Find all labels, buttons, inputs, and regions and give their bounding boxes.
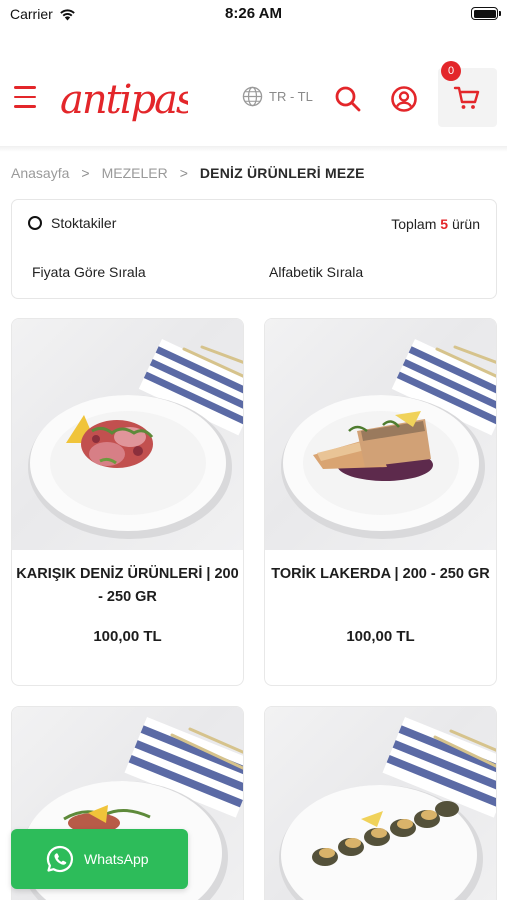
in-stock-label: Stoktakiler bbox=[51, 215, 117, 231]
search-icon[interactable] bbox=[334, 85, 362, 113]
globe-icon bbox=[242, 86, 263, 107]
total-suffix: ürün bbox=[451, 216, 480, 232]
product-total: Toplam 5 ürün bbox=[391, 216, 480, 232]
header-divider bbox=[0, 146, 507, 152]
cart-count-badge: 0 bbox=[441, 61, 461, 81]
dish-illustration bbox=[28, 339, 243, 539]
breadcrumb-separator: > bbox=[179, 165, 188, 181]
logo-text: antipasto bbox=[60, 77, 188, 123]
product-image[interactable] bbox=[265, 319, 496, 550]
user-account-icon[interactable] bbox=[390, 85, 418, 113]
hamburger-menu-icon[interactable] bbox=[14, 86, 36, 110]
in-stock-filter[interactable]: Stoktakiler bbox=[28, 215, 116, 231]
antipasto-logo[interactable]: antipasto bbox=[58, 63, 188, 143]
product-name[interactable]: TORİK LAKERDA | 200 - 250 GR bbox=[265, 550, 496, 628]
shopping-cart-icon bbox=[453, 86, 480, 109]
whatsapp-button[interactable]: WhatsApp bbox=[11, 829, 188, 889]
breadcrumb: Anasayfa > MEZELER > DENİZ ÜRÜNLERİ MEZE bbox=[11, 165, 365, 181]
product-price: 100,00 TL bbox=[346, 628, 415, 645]
site-header: antipasto TR - TL bbox=[0, 55, 507, 143]
breadcrumb-category[interactable]: MEZELER bbox=[102, 165, 168, 181]
battery-icon bbox=[471, 7, 501, 20]
breadcrumb-separator: > bbox=[81, 165, 90, 181]
radio-icon bbox=[28, 216, 42, 230]
product-price: 100,00 TL bbox=[93, 628, 162, 645]
sort-by-price[interactable]: Fiyata Göre Sırala bbox=[32, 264, 146, 280]
product-card[interactable]: TORİK LAKERDA | 200 - 250 GR 100,00 TL bbox=[264, 318, 497, 686]
dish-illustration bbox=[279, 717, 496, 900]
dish-illustration bbox=[281, 339, 496, 539]
whatsapp-label: WhatsApp bbox=[84, 851, 149, 867]
product-card[interactable] bbox=[264, 706, 497, 900]
clock: 8:26 AM bbox=[225, 5, 282, 22]
product-card[interactable]: KARIŞIK DENİZ ÜRÜNLERİ | 200 - 250 GR 10… bbox=[11, 318, 244, 686]
product-name[interactable]: KARIŞIK DENİZ ÜRÜNLERİ | 200 - 250 GR bbox=[12, 550, 243, 628]
product-image[interactable] bbox=[12, 319, 243, 550]
language-label: TR - TL bbox=[269, 89, 313, 104]
whatsapp-icon bbox=[46, 845, 74, 873]
status-bar: Carrier 8:26 AM bbox=[0, 0, 507, 28]
language-selector[interactable]: TR - TL bbox=[242, 86, 313, 107]
total-prefix: Toplam bbox=[391, 216, 437, 232]
breadcrumb-home[interactable]: Anasayfa bbox=[11, 165, 69, 181]
breadcrumb-current: DENİZ ÜRÜNLERİ MEZE bbox=[199, 165, 365, 181]
total-count: 5 bbox=[440, 216, 449, 232]
filter-panel: Stoktakiler Toplam 5 ürün Fiyata Göre Sı… bbox=[11, 199, 497, 299]
product-image[interactable] bbox=[265, 707, 496, 900]
sort-alphabetical[interactable]: Alfabetik Sırala bbox=[269, 264, 363, 280]
